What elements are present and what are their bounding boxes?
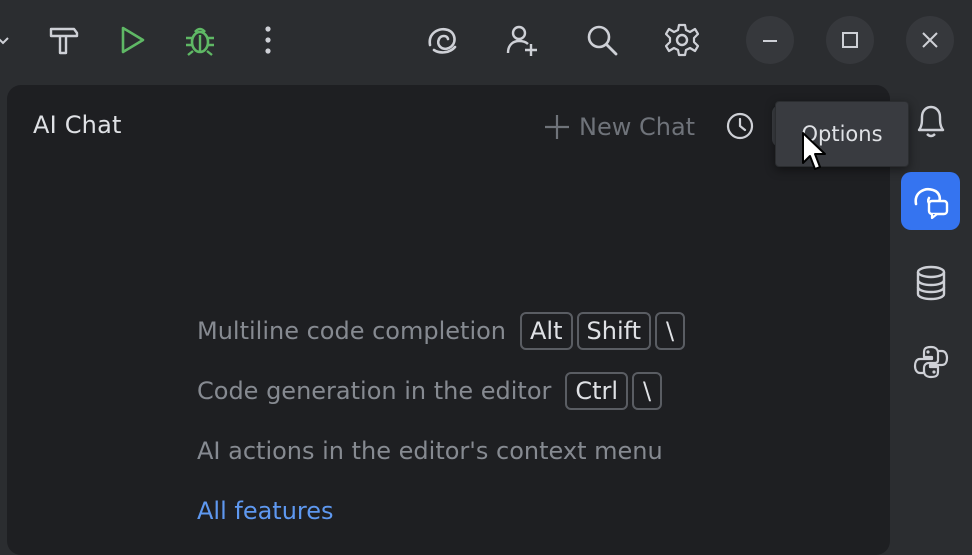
run-button[interactable]: [106, 14, 158, 66]
debug-button[interactable]: [174, 14, 226, 66]
settings-button[interactable]: [656, 14, 708, 66]
search-icon: [587, 25, 618, 56]
search-button[interactable]: [576, 14, 628, 66]
key-ctrl: Ctrl: [565, 372, 629, 410]
database-button[interactable]: [901, 254, 960, 312]
more-vertical-icon: [265, 26, 271, 54]
notifications-button[interactable]: [901, 92, 960, 150]
code-with-me-button[interactable]: [496, 14, 548, 66]
more-button[interactable]: [242, 14, 294, 66]
maximize-icon: [842, 32, 858, 48]
play-icon: [121, 26, 145, 54]
build-button[interactable]: [38, 14, 90, 66]
python-icon: [913, 345, 948, 379]
add-user-icon: [506, 25, 537, 56]
history-icon: [726, 112, 754, 140]
python-console-button[interactable]: [901, 333, 960, 391]
hint-ai-actions: AI actions in the editor's context menu: [197, 437, 663, 465]
database-icon: [916, 265, 945, 301]
options-tooltip: Options: [775, 101, 909, 167]
ai-chat-icon: [913, 187, 948, 220]
ai-chat-tool-button[interactable]: [901, 172, 960, 230]
hammer-icon: [49, 27, 79, 55]
window-close-button[interactable]: [906, 16, 954, 64]
chevron-down-icon[interactable]: [0, 34, 10, 48]
main-toolbar: [0, 0, 972, 82]
key-backslash: \: [632, 372, 663, 410]
bell-icon: [917, 105, 944, 138]
bug-icon: [186, 27, 214, 56]
new-chat-button[interactable]: New Chat: [543, 107, 695, 147]
plus-icon: [545, 115, 569, 139]
ai-chat-panel: AI Chat New Chat Multiline code completi…: [7, 85, 890, 555]
minimize-icon: [763, 40, 777, 42]
key-shift: Shift: [576, 312, 652, 350]
chat-history-button[interactable]: [718, 105, 762, 147]
new-chat-label: New Chat: [579, 113, 696, 141]
key-alt: Alt: [520, 312, 573, 350]
window-minimize-button[interactable]: [746, 16, 794, 64]
ai-spiral-icon: [428, 27, 457, 54]
ai-assistant-button[interactable]: [416, 14, 468, 66]
panel-title: AI Chat: [33, 111, 122, 139]
all-features-link[interactable]: All features: [197, 497, 334, 525]
gear-icon: [665, 23, 699, 57]
close-icon: [922, 32, 938, 48]
hint-multiline-completion: Multiline code completion Alt Shift \: [197, 311, 689, 351]
mouse-cursor-icon: [802, 132, 826, 170]
hint-code-generation: Code generation in the editor Ctrl \: [197, 371, 689, 411]
key-backslash: \: [655, 312, 686, 350]
feature-hints: Multiline code completion Alt Shift \ Co…: [197, 311, 689, 551]
window-maximize-button[interactable]: [826, 16, 874, 64]
